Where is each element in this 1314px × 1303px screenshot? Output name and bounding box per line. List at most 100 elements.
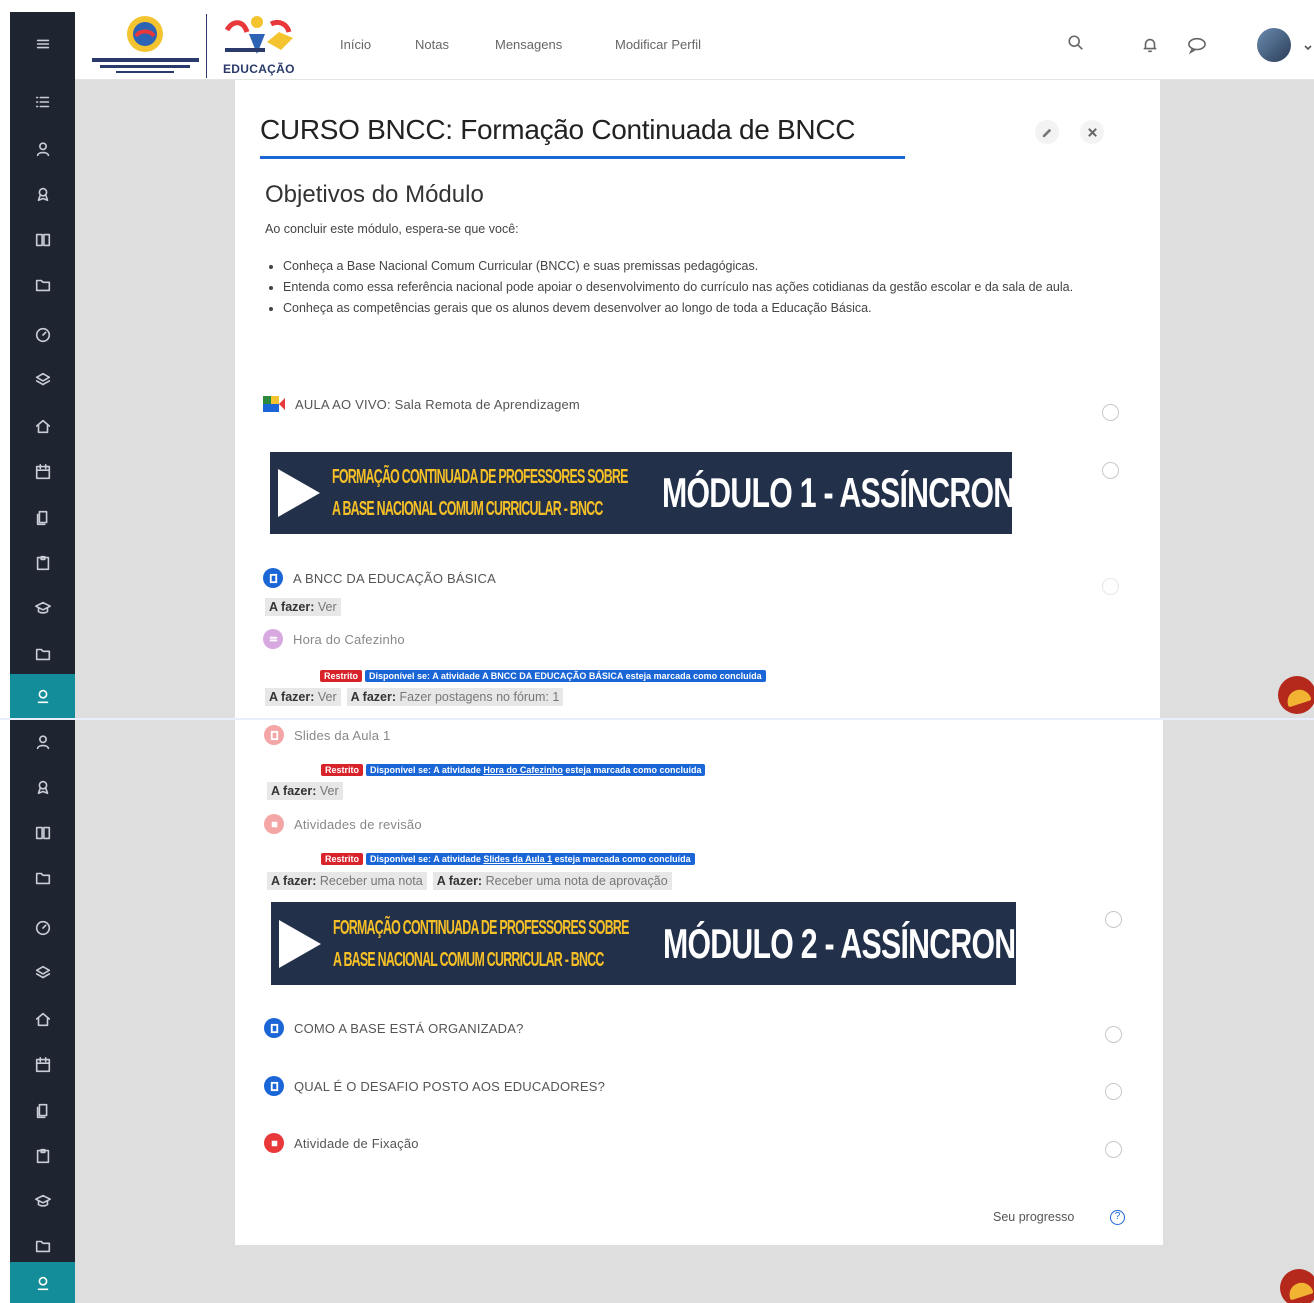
activity-educators-challenge[interactable]: QUAL É O DESAFIO POSTO AOS EDUCADORES? — [264, 1076, 605, 1096]
activity-title[interactable]: Slides da Aula 1 — [294, 728, 390, 743]
bell-icon[interactable] — [1141, 36, 1159, 59]
dashboard-icon[interactable] — [10, 908, 75, 948]
clipboard-icon[interactable] — [10, 1136, 75, 1176]
todo-row: A fazer: Ver A fazer: Fazer postagens no… — [265, 688, 564, 706]
nav-link-mensagens[interactable]: Mensagens — [495, 37, 562, 52]
availability-badge: Disponível se: A atividade Hora do Cafez… — [366, 764, 706, 776]
restriction-badges: Restrito Disponível se: A atividade Hora… — [321, 764, 706, 776]
completion-checkbox[interactable] — [1105, 1083, 1122, 1100]
users-icon[interactable] — [10, 722, 75, 762]
availability-link[interactable]: Slides da Aula 1 — [483, 854, 552, 864]
restriction-badges: Restrito Disponível se: A atividade Slid… — [321, 853, 695, 865]
page-background-right — [1160, 80, 1314, 718]
completion-checkbox[interactable] — [1102, 404, 1119, 421]
layers-icon[interactable] — [10, 953, 75, 993]
education-logo[interactable]: EDUCAÇÃO — [219, 12, 299, 78]
todo-row: A fazer: Ver — [267, 782, 343, 800]
availability-link[interactable]: Hora do Cafezinho — [483, 765, 563, 775]
activity-title[interactable]: AULA AO VIVO: Sala Remota de Aprendizage… — [295, 397, 580, 412]
calendar-icon[interactable] — [10, 1045, 75, 1085]
activity-review[interactable]: Atividades de revisão — [264, 814, 422, 834]
search-icon[interactable] — [1067, 34, 1085, 57]
home-icon[interactable] — [10, 406, 75, 446]
video-banner-module-1[interactable]: FORMAÇÃO CONTINUADA DE PROFESSORES SOBRE… — [270, 452, 1036, 534]
play-icon[interactable] — [278, 469, 320, 517]
activity-fixation[interactable]: Atividade de Fixação — [264, 1133, 419, 1153]
objective-item: Conheça a Base Nacional Comum Curricular… — [283, 256, 1108, 277]
page-icon — [263, 568, 283, 588]
municipality-logo[interactable] — [88, 14, 203, 76]
menu-toggle-icon[interactable] — [10, 24, 75, 64]
close-icon[interactable] — [1080, 120, 1104, 144]
banner-subtitle: FORMAÇÃO CONTINUADA DE PROFESSORES SOBRE… — [332, 466, 628, 520]
completion-checkbox[interactable] — [1105, 911, 1122, 928]
user-avatar[interactable] — [1257, 28, 1291, 62]
folder-icon[interactable] — [10, 634, 75, 674]
help-icon[interactable]: ? — [1110, 1210, 1125, 1225]
todo-badge: A fazer: Ver — [265, 598, 341, 616]
availability-badge: Disponível se: A atividade A BNCC DA EDU… — [365, 670, 766, 682]
play-icon[interactable] — [279, 919, 321, 968]
page-background-left — [75, 80, 235, 718]
restricted-badge: Restrito — [321, 764, 364, 776]
restriction-badges: Restrito Disponível se: A atividade A BN… — [320, 670, 766, 682]
home-icon[interactable] — [10, 999, 75, 1039]
activity-slides[interactable]: Slides da Aula 1 — [264, 725, 390, 745]
todo-badge: A fazer: Fazer postagens no fórum: 1 — [346, 688, 564, 706]
objectives-heading: Objetivos do Módulo — [265, 181, 484, 208]
folder-icon[interactable] — [10, 265, 75, 305]
activity-base-organization[interactable]: COMO A BASE ESTÁ ORGANIZADA? — [264, 1018, 524, 1038]
user-location-icon[interactable] — [10, 674, 75, 718]
book-icon[interactable] — [10, 813, 75, 853]
files-icon[interactable] — [10, 498, 75, 538]
floating-assistant-avatar[interactable] — [1280, 1269, 1314, 1303]
completion-checkbox[interactable] — [1105, 1026, 1122, 1043]
files-icon[interactable] — [10, 1091, 75, 1131]
user-location-icon[interactable] — [10, 1262, 75, 1303]
list-icon[interactable] — [10, 82, 75, 122]
activity-coffee-forum[interactable]: Hora do Cafezinho — [263, 629, 405, 649]
activity-title[interactable]: Hora do Cafezinho — [293, 632, 405, 647]
calendar-icon[interactable] — [10, 452, 75, 492]
chevron-down-icon[interactable] — [1303, 40, 1313, 58]
completion-checkbox[interactable] — [1102, 578, 1119, 595]
layers-icon[interactable] — [10, 360, 75, 400]
activity-title[interactable]: COMO A BASE ESTÁ ORGANIZADA? — [294, 1021, 524, 1036]
quiz-icon — [264, 814, 284, 834]
completion-checkbox[interactable] — [1105, 1141, 1122, 1158]
progress-label: Seu progresso — [993, 1210, 1075, 1224]
book-icon[interactable] — [10, 220, 75, 260]
activity-bncc-basic[interactable]: A BNCC DA EDUCAÇÃO BÁSICA — [263, 568, 496, 588]
banner-module-title: MÓDULO 2 - ASSÍNCRONA — [663, 919, 1037, 967]
page-background-left — [75, 720, 235, 1303]
badge-icon[interactable] — [10, 174, 75, 214]
users-icon[interactable] — [10, 129, 75, 169]
activity-title[interactable]: A BNCC DA EDUCAÇÃO BÁSICA — [293, 571, 496, 586]
nav-link-inicio[interactable]: Início — [340, 37, 371, 52]
graduation-icon[interactable] — [10, 588, 75, 628]
clipboard-icon[interactable] — [10, 543, 75, 583]
logo-divider — [206, 14, 207, 78]
video-banner-module-2[interactable]: FORMAÇÃO CONTINUADA DE PROFESSORES SOBRE… — [271, 902, 1037, 985]
course-title: CURSO BNCC: Formação Continuada de BNCC — [260, 114, 856, 145]
folder-icon[interactable] — [10, 1226, 75, 1266]
completion-checkbox[interactable] — [1102, 462, 1119, 479]
activity-title[interactable]: Atividade de Fixação — [294, 1136, 419, 1151]
folder-icon[interactable] — [10, 858, 75, 898]
restricted-badge: Restrito — [320, 670, 363, 682]
restricted-badge: Restrito — [321, 853, 364, 865]
graduation-icon[interactable] — [10, 1181, 75, 1221]
activity-title[interactable]: QUAL É O DESAFIO POSTO AOS EDUCADORES? — [294, 1079, 605, 1094]
top-navbar: EDUCAÇÃO Início Notas Mensagens Modifica… — [75, 12, 1314, 80]
badge-icon[interactable] — [10, 767, 75, 807]
course-card-bottom: Slides da Aula 1 Restrito Disponível se:… — [235, 720, 1163, 1245]
nav-link-modificar-perfil[interactable]: Modificar Perfil — [615, 37, 701, 52]
video-camera-icon — [263, 396, 285, 412]
nav-link-notas[interactable]: Notas — [415, 37, 449, 52]
edit-icon[interactable] — [1035, 120, 1059, 144]
activity-title[interactable]: Atividades de revisão — [294, 817, 422, 832]
chat-icon[interactable] — [1187, 36, 1207, 59]
dashboard-icon[interactable] — [10, 315, 75, 355]
floating-assistant-avatar[interactable] — [1278, 676, 1314, 714]
activity-live-class[interactable]: AULA AO VIVO: Sala Remota de Aprendizage… — [263, 396, 580, 412]
